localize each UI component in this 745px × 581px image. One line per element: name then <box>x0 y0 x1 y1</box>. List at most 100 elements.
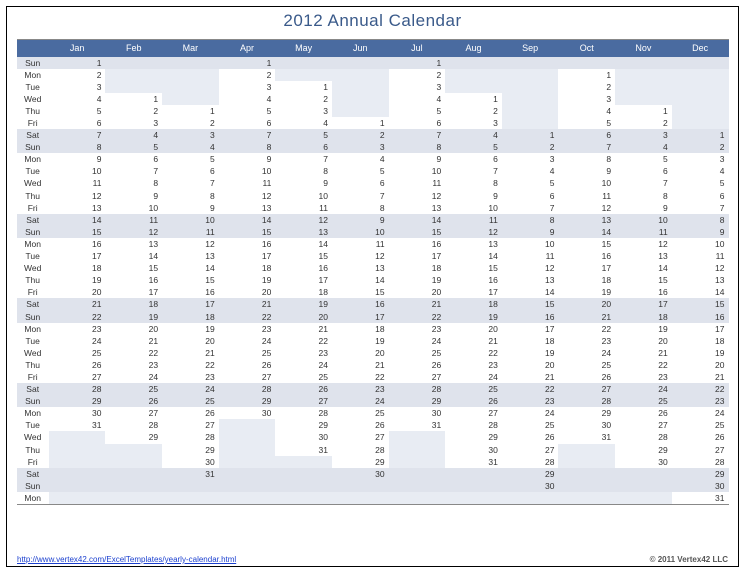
date-cell: 12 <box>105 226 162 238</box>
date-cell: 29 <box>558 407 615 419</box>
date-cell: 28 <box>672 456 729 468</box>
date-cell: 9 <box>558 165 615 177</box>
date-cell: 22 <box>615 359 672 371</box>
calendar-row: Tue242120242219242118232018 <box>17 335 729 347</box>
dayname-cell: Sun <box>17 395 49 407</box>
dayname-cell: Tue <box>17 335 49 347</box>
date-cell: 13 <box>332 262 389 274</box>
date-cell <box>445 492 502 505</box>
date-cell: 11 <box>105 214 162 226</box>
date-cell: 20 <box>558 298 615 310</box>
date-cell: 18 <box>445 298 502 310</box>
date-cell: 6 <box>502 190 559 202</box>
date-cell: 17 <box>672 323 729 335</box>
date-cell <box>502 492 559 505</box>
date-cell: 21 <box>49 298 106 310</box>
date-cell: 29 <box>105 431 162 443</box>
date-cell: 11 <box>445 214 502 226</box>
date-cell: 6 <box>389 117 446 129</box>
date-cell: 11 <box>162 226 219 238</box>
date-cell: 2 <box>332 129 389 141</box>
date-cell: 4 <box>672 165 729 177</box>
date-cell: 28 <box>275 407 332 419</box>
date-cell: 29 <box>389 395 446 407</box>
date-cell: 8 <box>49 141 106 153</box>
date-cell: 13 <box>389 202 446 214</box>
date-cell: 28 <box>502 456 559 468</box>
date-cell: 23 <box>502 395 559 407</box>
date-cell: 5 <box>445 141 502 153</box>
date-cell: 15 <box>502 298 559 310</box>
date-cell: 8 <box>672 214 729 226</box>
date-cell: 15 <box>49 226 106 238</box>
date-cell: 13 <box>672 274 729 286</box>
date-cell <box>219 456 276 468</box>
date-cell: 27 <box>502 444 559 456</box>
date-cell: 3 <box>389 81 446 93</box>
date-cell <box>615 480 672 492</box>
date-cell <box>105 69 162 81</box>
date-cell: 29 <box>502 468 559 480</box>
source-link[interactable]: http://www.vertex42.com/ExcelTemplates/y… <box>17 555 236 564</box>
dayname-cell: Sun <box>17 57 49 69</box>
date-cell <box>615 69 672 81</box>
date-cell <box>332 93 389 105</box>
date-cell: 1 <box>105 93 162 105</box>
dayname-cell: Wed <box>17 431 49 443</box>
date-cell: 16 <box>615 286 672 298</box>
date-cell: 27 <box>615 419 672 431</box>
date-cell <box>275 480 332 492</box>
date-cell: 24 <box>558 347 615 359</box>
date-cell: 21 <box>162 347 219 359</box>
date-cell: 31 <box>389 419 446 431</box>
date-cell: 13 <box>49 202 106 214</box>
date-cell: 24 <box>389 335 446 347</box>
date-cell: 20 <box>445 323 502 335</box>
date-cell: 3 <box>672 153 729 165</box>
date-cell: 7 <box>558 141 615 153</box>
date-cell: 25 <box>162 395 219 407</box>
date-cell: 27 <box>162 419 219 431</box>
date-cell <box>105 444 162 456</box>
date-cell: 7 <box>219 129 276 141</box>
calendar-row: Wed252221252320252219242119 <box>17 347 729 359</box>
date-cell: 20 <box>275 310 332 322</box>
date-cell <box>672 57 729 69</box>
date-cell: 26 <box>615 407 672 419</box>
date-cell: 22 <box>445 347 502 359</box>
date-cell: 15 <box>389 226 446 238</box>
date-cell: 16 <box>162 286 219 298</box>
date-cell: 17 <box>445 286 502 298</box>
date-cell: 22 <box>162 359 219 371</box>
date-cell: 14 <box>275 238 332 250</box>
calendar-row: Mon31 <box>17 492 729 505</box>
dayname-cell: Wed <box>17 93 49 105</box>
date-cell: 19 <box>162 323 219 335</box>
date-cell: 6 <box>332 177 389 189</box>
date-cell: 3 <box>445 117 502 129</box>
date-cell <box>332 81 389 93</box>
calendar-row: Sat141110141291411813108 <box>17 214 729 226</box>
date-cell: 11 <box>615 226 672 238</box>
calendar-row: Wed1187119611851075 <box>17 177 729 189</box>
date-cell: 20 <box>672 359 729 371</box>
date-cell: 24 <box>332 395 389 407</box>
date-cell <box>502 81 559 93</box>
date-cell: 12 <box>332 250 389 262</box>
date-cell <box>105 57 162 69</box>
dayname-cell: Tue <box>17 81 49 93</box>
date-cell: 10 <box>219 165 276 177</box>
date-cell: 12 <box>502 262 559 274</box>
date-cell: 18 <box>105 298 162 310</box>
date-cell: 30 <box>332 468 389 480</box>
dayname-cell: Sun <box>17 226 49 238</box>
date-cell: 13 <box>445 238 502 250</box>
calendar-row: Fri6326416352 <box>17 117 729 129</box>
date-cell: 25 <box>105 383 162 395</box>
date-cell <box>502 117 559 129</box>
date-cell: 31 <box>672 492 729 505</box>
date-cell: 27 <box>275 395 332 407</box>
date-cell: 3 <box>162 129 219 141</box>
date-cell <box>49 492 106 505</box>
date-cell: 30 <box>275 431 332 443</box>
